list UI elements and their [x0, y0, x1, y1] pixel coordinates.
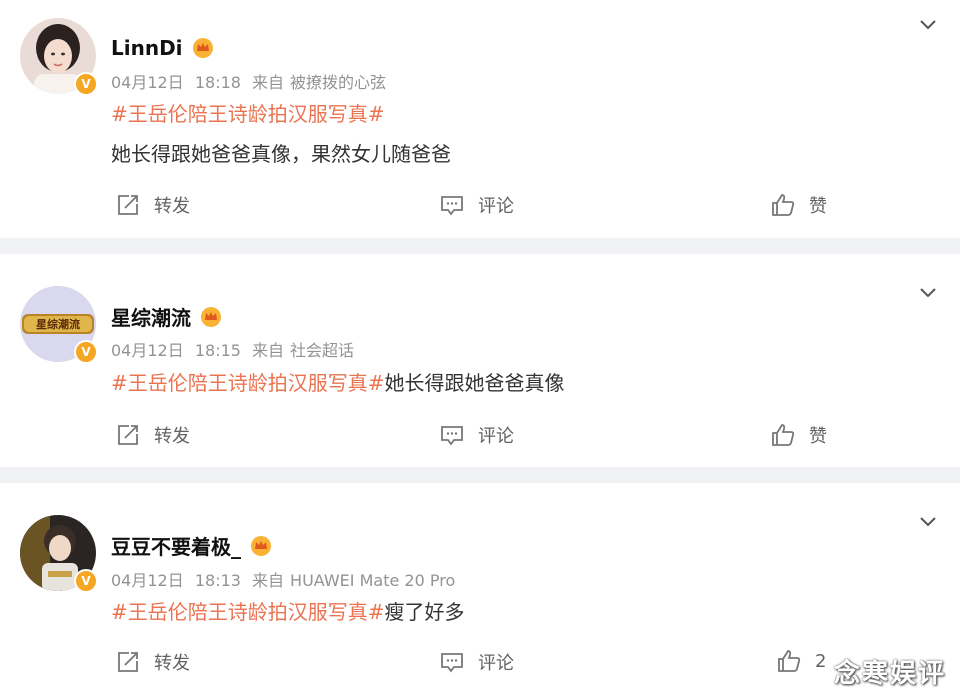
- comment-button[interactable]: 评论: [440, 422, 514, 448]
- comment-label: 评论: [478, 196, 514, 217]
- like-label: 赞: [809, 196, 827, 217]
- like-button[interactable]: 赞: [771, 192, 827, 218]
- avatar[interactable]: V: [20, 18, 98, 96]
- post-card: V LinnDi 04月12日 18:18 来自 被撩拨的心弦 #王岳伦陪王诗龄拍…: [0, 0, 960, 238]
- like-button[interactable]: 2: [777, 649, 826, 673]
- post-source[interactable]: 被撩拨的心弦: [290, 73, 386, 92]
- like-label: 2: [815, 650, 827, 672]
- crown-icon: [201, 306, 221, 327]
- post-topic: #王岳伦陪王诗龄拍汉服写真#她长得跟她爸爸真像: [111, 367, 565, 396]
- action-bar: 转发 评论 赞: [0, 192, 960, 224]
- source-prefix: 来自: [252, 341, 285, 360]
- post-meta: 04月12日 18:15 来自 社会超话: [111, 337, 360, 361]
- username-row: 豆豆不要着极_: [111, 531, 273, 560]
- repost-button[interactable]: 转发: [116, 422, 190, 448]
- username-row: LinnDi: [111, 36, 215, 60]
- avatar[interactable]: 星综潮流 V: [20, 286, 98, 364]
- comment-icon: [441, 426, 463, 446]
- post-date[interactable]: 04月12日: [111, 341, 184, 360]
- repost-icon: [118, 652, 138, 672]
- comment-label: 评论: [478, 426, 514, 447]
- like-icon: [772, 194, 795, 216]
- username[interactable]: 豆豆不要着极_: [111, 531, 241, 560]
- post-text-content: 她长得跟她爸爸真像: [384, 371, 565, 395]
- comment-label: 评论: [478, 653, 514, 674]
- like-button[interactable]: 赞: [771, 422, 827, 448]
- avatar-logo-text: 星综潮流: [36, 317, 80, 331]
- verified-badge-icon: V: [74, 72, 98, 96]
- repost-label: 转发: [154, 653, 190, 674]
- post-text: 她长得跟她爸爸真像，果然女儿随爸爸: [111, 138, 451, 167]
- post-card: 星综潮流 V 星综潮流 04月12日 18:15 来自 社会超话 #王岳伦陪王诗龄…: [0, 254, 960, 467]
- post-date[interactable]: 04月12日: [111, 571, 184, 590]
- post-text-content: 瘦了好多: [384, 600, 465, 624]
- repost-button[interactable]: 转发: [116, 192, 190, 218]
- username-row: 星综潮流: [111, 302, 223, 331]
- repost-icon: [118, 195, 138, 215]
- watermark: 念寒娱评: [833, 659, 946, 689]
- like-icon: [772, 424, 795, 446]
- action-bar: 转发 评论 2: [0, 649, 960, 681]
- repost-label: 转发: [154, 196, 190, 217]
- verified-badge-icon: V: [74, 569, 98, 593]
- post-source[interactable]: 社会超话: [290, 341, 354, 360]
- chevron-down-icon[interactable]: [918, 282, 938, 302]
- post-card: V 豆豆不要着极_ 04月12日 18:13 来自 HUAWEI Mate 20 …: [0, 483, 960, 696]
- avatar[interactable]: V: [20, 515, 98, 593]
- like-icon: [778, 650, 801, 672]
- like-label: 赞: [809, 426, 827, 447]
- topic-link[interactable]: #王岳伦陪王诗龄拍汉服写真#: [111, 371, 385, 395]
- verified-badge-icon: V: [74, 340, 98, 364]
- post-text-content: 她长得跟她爸爸真像，果然女儿随爸爸: [111, 142, 451, 166]
- chevron-down-icon[interactable]: [918, 511, 938, 531]
- repost-label: 转发: [154, 426, 190, 447]
- action-bar: 转发 评论 赞: [0, 422, 960, 454]
- comment-icon: [441, 653, 463, 673]
- comment-button[interactable]: 评论: [440, 649, 514, 675]
- username[interactable]: 星综潮流: [111, 302, 191, 331]
- topic-link[interactable]: #王岳伦陪王诗龄拍汉服写真#: [111, 102, 385, 126]
- chevron-down-icon[interactable]: [918, 14, 938, 34]
- comment-button[interactable]: 评论: [440, 192, 514, 218]
- post-topic[interactable]: #王岳伦陪王诗龄拍汉服写真#: [111, 98, 385, 127]
- repost-button[interactable]: 转发: [116, 649, 190, 675]
- source-prefix: 来自: [252, 73, 285, 92]
- post-topic: #王岳伦陪王诗龄拍汉服写真#瘦了好多: [111, 596, 465, 625]
- post-date[interactable]: 04月12日: [111, 73, 184, 92]
- source-prefix: 来自: [252, 571, 285, 590]
- post-time[interactable]: 18:18: [195, 73, 241, 92]
- post-time[interactable]: 18:15: [195, 341, 241, 360]
- comment-icon: [441, 196, 463, 216]
- crown-icon: [192, 38, 213, 58]
- repost-icon: [118, 425, 138, 445]
- post-source[interactable]: HUAWEI Mate 20 Pro: [290, 571, 455, 590]
- crown-icon: [251, 535, 271, 556]
- post-time[interactable]: 18:13: [195, 571, 241, 590]
- post-meta: 04月12日 18:18 来自 被撩拨的心弦: [111, 69, 392, 93]
- topic-link[interactable]: #王岳伦陪王诗龄拍汉服写真#: [111, 600, 385, 624]
- username[interactable]: LinnDi: [111, 36, 183, 60]
- post-meta: 04月12日 18:13 来自 HUAWEI Mate 20 Pro: [111, 567, 461, 591]
